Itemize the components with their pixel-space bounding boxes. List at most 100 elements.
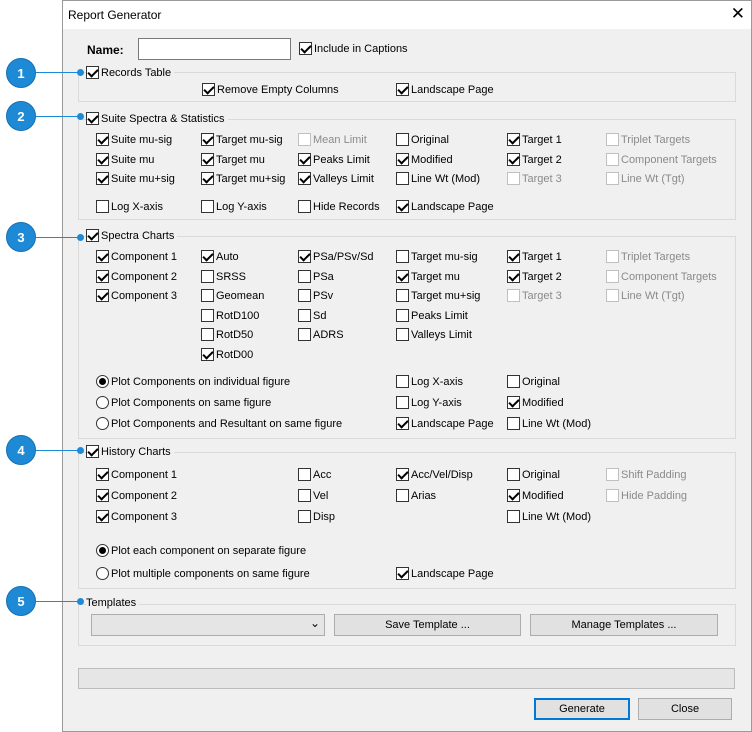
suite-peaks-limit-checkbox[interactable]: Peaks Limit <box>298 152 370 167</box>
suite-triplet-targets-checkbox: Triplet Targets <box>606 132 690 147</box>
suite-target-2-checkbox[interactable]: Target 2 <box>507 152 562 167</box>
history-component-2-checkbox[interactable]: Component 2 <box>96 488 177 503</box>
title-bar: Report Generator ✕ <box>63 1 751 29</box>
spectra-sd-checkbox[interactable]: Sd <box>298 308 326 323</box>
suite-log-x-axis-checkbox[interactable]: Log X-axis <box>96 199 163 214</box>
suite-suite-mu-sig-checkbox[interactable]: Suite mu+sig <box>96 171 175 186</box>
spectra-adrs-checkbox[interactable]: ADRS <box>298 327 344 342</box>
history-shift-padding-checkbox: Shift Padding <box>606 467 686 482</box>
spectra-log-y-axis-checkbox[interactable]: Log Y-axis <box>396 395 462 410</box>
save-template-button[interactable]: Save Template ... <box>334 614 521 636</box>
suite-target-1-checkbox[interactable]: Target 1 <box>507 132 562 147</box>
spectra-original-checkbox[interactable]: Original <box>507 374 560 389</box>
history-component-3-checkbox[interactable]: Component 3 <box>96 509 177 524</box>
callout-leader-dot <box>77 69 84 76</box>
spectra-auto-checkbox[interactable]: Auto <box>201 249 239 264</box>
spectra-component-targets-checkbox: Component Targets <box>606 269 717 284</box>
callout-leader-dot <box>77 598 84 605</box>
callout-leader-dot <box>77 113 84 120</box>
remove-empty-columns-checkbox[interactable]: Remove Empty Columns <box>202 82 339 97</box>
history-separate-figure-radio[interactable]: Plot each component on separate figure <box>96 543 306 558</box>
records-landscape-checkbox[interactable]: Landscape Page <box>396 82 494 97</box>
name-input[interactable] <box>138 38 291 60</box>
history-same-figure-radio[interactable]: Plot multiple components on same figure <box>96 566 310 581</box>
spectra-valleys-limit-checkbox[interactable]: Valleys Limit <box>396 327 472 342</box>
suite-modified-checkbox[interactable]: Modified <box>396 152 453 167</box>
chevron-down-icon: ⌄ <box>309 616 320 630</box>
history-disp-checkbox[interactable]: Disp <box>298 509 335 524</box>
history-modified-checkbox[interactable]: Modified <box>507 488 564 503</box>
suite-log-y-axis-checkbox[interactable]: Log Y-axis <box>201 199 267 214</box>
spectra-target-mu-sig-checkbox[interactable]: Target mu-sig <box>396 249 478 264</box>
report-generator-dialog: Report Generator ✕ Name: Include in Capt… <box>62 0 752 732</box>
spectra-rotd00-checkbox[interactable]: RotD00 <box>201 347 253 362</box>
history-acc-checkbox[interactable]: Acc <box>298 467 331 482</box>
spectra-line-wt-mod-checkbox[interactable]: Line Wt (Mod) <box>507 416 591 431</box>
history-line-wt-mod-checkbox[interactable]: Line Wt (Mod) <box>507 509 591 524</box>
suite-original-checkbox[interactable]: Original <box>396 132 449 147</box>
records-table-checkbox[interactable]: Records Table <box>86 65 175 80</box>
spectra-psv-checkbox[interactable]: PSv <box>298 288 333 303</box>
spectra-plot-option-2-radio[interactable]: Plot Components on same figure <box>96 395 271 410</box>
spectra-component-2-checkbox[interactable]: Component 2 <box>96 269 177 284</box>
templates-label: Templates <box>86 597 140 609</box>
history-landscape-page-checkbox[interactable]: Landscape Page <box>396 566 494 581</box>
spectra-target-2-checkbox[interactable]: Target 2 <box>507 269 562 284</box>
spectra-rotd50-checkbox[interactable]: RotD50 <box>201 327 253 342</box>
history-hide-padding-checkbox: Hide Padding <box>606 488 687 503</box>
callout-badge-3: 3 <box>6 222 36 252</box>
spectra-modified-checkbox[interactable]: Modified <box>507 395 564 410</box>
manage-templates-button[interactable]: Manage Templates ... <box>530 614 718 636</box>
spectra-srss-checkbox[interactable]: SRSS <box>201 269 246 284</box>
spectra-rotd100-checkbox[interactable]: RotD100 <box>201 308 259 323</box>
spectra-psa-checkbox[interactable]: PSa <box>298 269 334 284</box>
history-component-1-checkbox[interactable]: Component 1 <box>96 467 177 482</box>
window-title: Report Generator <box>68 8 162 22</box>
callout-leader <box>36 72 80 73</box>
callout-leader <box>36 116 80 117</box>
callout-badge-4: 4 <box>6 435 36 465</box>
spectra-plot-option-3-radio[interactable]: Plot Components and Resultant on same fi… <box>96 416 342 431</box>
spectra-plot-option-1-radio[interactable]: Plot Components on individual figure <box>96 374 290 389</box>
generate-button[interactable]: Generate <box>534 698 630 720</box>
spectra-target-mu-checkbox[interactable]: Target mu <box>396 269 460 284</box>
callout-badge-1: 1 <box>6 58 36 88</box>
spectra-target-mu-sig-checkbox[interactable]: Target mu+sig <box>396 288 480 303</box>
callout-leader <box>36 601 80 602</box>
spectra-log-x-axis-checkbox[interactable]: Log X-axis <box>396 374 463 389</box>
spectra-charts-checkbox[interactable]: Spectra Charts <box>86 228 178 243</box>
template-select[interactable]: ⌄ <box>91 614 325 636</box>
suite-line-wt-tgt-checkbox: Line Wt (Tgt) <box>606 171 685 186</box>
history-charts-checkbox[interactable]: History Charts <box>86 444 174 459</box>
spectra-psa-psv-sd-checkbox[interactable]: PSa/PSv/Sd <box>298 249 374 264</box>
suite-spectra-checkbox[interactable]: Suite Spectra & Statistics <box>86 111 228 126</box>
spectra-landscape-page-checkbox[interactable]: Landscape Page <box>396 416 494 431</box>
suite-hide-records-checkbox[interactable]: Hide Records <box>298 199 380 214</box>
suite-suite-mu-checkbox[interactable]: Suite mu <box>96 152 154 167</box>
include-captions-checkbox[interactable]: Include in Captions <box>299 41 408 56</box>
name-label: Name: <box>87 43 124 57</box>
history-arias-checkbox[interactable]: Arias <box>396 488 436 503</box>
suite-target-mu-checkbox[interactable]: Target mu <box>201 152 265 167</box>
suite-component-targets-checkbox: Component Targets <box>606 152 717 167</box>
suite-target-mu-sig-checkbox[interactable]: Target mu-sig <box>201 132 283 147</box>
suite-valleys-limit-checkbox[interactable]: Valleys Limit <box>298 171 374 186</box>
suite-suite-mu-sig-checkbox[interactable]: Suite mu-sig <box>96 132 172 147</box>
history-vel-checkbox[interactable]: Vel <box>298 488 328 503</box>
suite-line-wt-mod-checkbox[interactable]: Line Wt (Mod) <box>396 171 480 186</box>
callout-leader <box>36 450 80 451</box>
spectra-target-1-checkbox[interactable]: Target 1 <box>507 249 562 264</box>
spectra-geomean-checkbox[interactable]: Geomean <box>201 288 264 303</box>
close-button[interactable]: Close <box>638 698 732 720</box>
callout-badge-2: 2 <box>6 101 36 131</box>
history-acc-vel-disp-checkbox[interactable]: Acc/Vel/Disp <box>396 467 473 482</box>
close-icon[interactable]: ✕ <box>731 4 745 24</box>
spectra-component-3-checkbox[interactable]: Component 3 <box>96 288 177 303</box>
spectra-line-wt-tgt-checkbox: Line Wt (Tgt) <box>606 288 685 303</box>
suite-landscape-page-checkbox[interactable]: Landscape Page <box>396 199 494 214</box>
spectra-peaks-limit-checkbox[interactable]: Peaks Limit <box>396 308 468 323</box>
spectra-triplet-targets-checkbox: Triplet Targets <box>606 249 690 264</box>
spectra-component-1-checkbox[interactable]: Component 1 <box>96 249 177 264</box>
suite-target-mu-sig-checkbox[interactable]: Target mu+sig <box>201 171 285 186</box>
history-original-checkbox[interactable]: Original <box>507 467 560 482</box>
